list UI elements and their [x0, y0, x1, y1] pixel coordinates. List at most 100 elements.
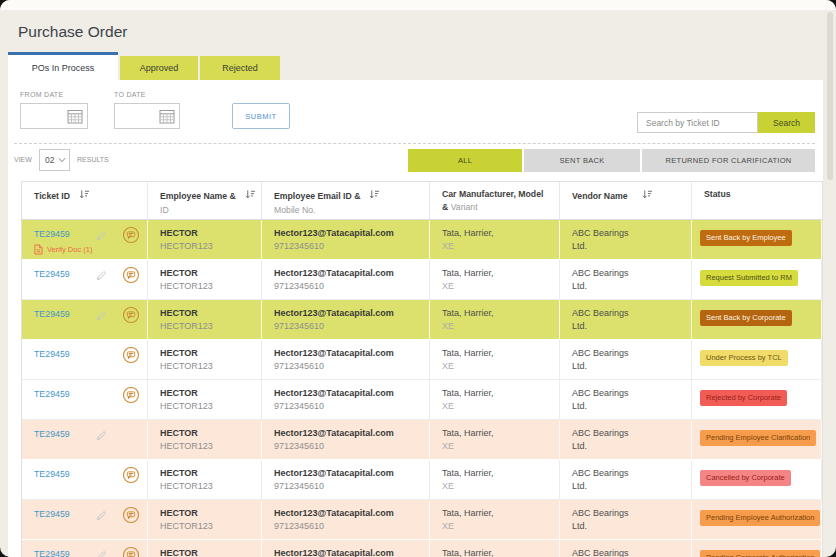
sort-icon[interactable]: [369, 189, 380, 202]
employee-cell: HECTOR HECTOR123: [148, 540, 262, 557]
table-row[interactable]: TE29459 HECTOR HECTOR123 Hector123@Tatac…: [22, 420, 822, 460]
tab-approved[interactable]: Approved: [120, 56, 198, 80]
ticket-cell: TE29459: [22, 500, 148, 540]
view-label: VIEW: [14, 156, 32, 163]
po-table: Ticket ID Employee Name & ID Employee Em…: [21, 181, 823, 557]
submit-button[interactable]: SUBMIT: [232, 103, 290, 129]
table-row[interactable]: TE29459 HECTOR HECTOR123 Hector123@Tatac…: [22, 380, 822, 420]
email-cell: Hector123@Tatacapital.com 9712345610: [262, 540, 430, 557]
tab-pos-in-process[interactable]: POs In Process: [8, 52, 118, 80]
table-row[interactable]: TE29459 HECTOR HECTOR123 Hector123@Tatac…: [22, 540, 822, 557]
employee-cell: HECTOR HECTOR123: [148, 460, 262, 500]
car-cell: Tata, Harrier, XE: [430, 260, 560, 300]
col-header-ticket-id[interactable]: Ticket ID: [22, 182, 148, 219]
status-cell: Request Submitted to RM: [692, 260, 822, 300]
ticket-id-link[interactable]: TE29459: [34, 309, 70, 319]
employee-cell: HECTOR HECTOR123: [148, 260, 262, 300]
edit-icon[interactable]: [95, 428, 108, 446]
tab-rejected[interactable]: Rejected: [200, 56, 280, 80]
ticket-id-link[interactable]: TE29459: [34, 549, 70, 557]
ticket-id-link[interactable]: TE29459: [34, 429, 70, 439]
verify-doc-link[interactable]: Verify Doc (1): [34, 244, 92, 255]
col-header-employee-name[interactable]: Employee Name & ID: [148, 182, 262, 219]
car-cell: Tata, Harrier, XE: [430, 380, 560, 420]
filter-returned-button[interactable]: RETURNED FOR CLARIFICATION: [642, 149, 815, 172]
table-row[interactable]: TE29459 Verify Doc (1) HECTOR HECTOR123 …: [22, 220, 822, 260]
search-button[interactable]: Search: [758, 112, 815, 133]
status-badge: Cancelled by Corporate: [700, 470, 791, 486]
filter-sent-back-button[interactable]: SENT BACK: [524, 149, 640, 172]
edit-icon[interactable]: [95, 228, 108, 246]
table-row[interactable]: TE29459 HECTOR HECTOR123 Hector123@Tatac…: [22, 300, 822, 340]
comment-icon[interactable]: [122, 506, 140, 528]
email-cell: Hector123@Tatacapital.com 9712345610: [262, 260, 430, 300]
edit-icon[interactable]: [95, 508, 108, 526]
sort-icon[interactable]: [245, 189, 256, 202]
to-date-label: TO DATE: [114, 91, 146, 98]
comment-icon[interactable]: [122, 266, 140, 288]
car-cell: Tata, Harrier, XE: [430, 420, 560, 460]
ticket-cell: TE29459: [22, 300, 148, 340]
status-cell: Pending Employee Authorization: [692, 500, 822, 540]
col-header-employee-email[interactable]: Employee Email ID & Mobile No.: [262, 182, 430, 219]
employee-cell: HECTOR HECTOR123: [148, 340, 262, 380]
ticket-id-link[interactable]: TE29459: [34, 509, 70, 519]
ticket-cell: TE29459: [22, 380, 148, 420]
vendor-cell: ABC Bearings Ltd.: [560, 340, 692, 380]
col-header-car[interactable]: Car Manufacturer, Model & Variant: [430, 182, 560, 219]
employee-cell: HECTOR HECTOR123: [148, 380, 262, 420]
comment-icon[interactable]: [122, 466, 140, 488]
page-title: Purchase Order: [18, 23, 127, 41]
vendor-cell: ABC Bearings Ltd.: [560, 540, 692, 557]
edit-icon[interactable]: [95, 268, 108, 286]
employee-cell: HECTOR HECTOR123: [148, 420, 262, 460]
ticket-id-link[interactable]: TE29459: [34, 269, 70, 279]
vendor-cell: ABC Bearings Ltd.: [560, 500, 692, 540]
email-cell: Hector123@Tatacapital.com 9712345610: [262, 460, 430, 500]
comment-icon[interactable]: [122, 346, 140, 368]
table-row[interactable]: TE29459 HECTOR HECTOR123 Hector123@Tatac…: [22, 460, 822, 500]
view-count-select[interactable]: 02: [39, 149, 70, 171]
car-cell: Tata, Harrier, XE: [430, 300, 560, 340]
col-header-vendor[interactable]: Vendor Name: [560, 182, 692, 219]
from-date-input[interactable]: [20, 103, 88, 129]
car-cell: Tata, Harrier, XE: [430, 460, 560, 500]
car-cell: Tata, Harrier, XE: [430, 500, 560, 540]
ticket-id-link[interactable]: TE29459: [34, 389, 70, 399]
ticket-id-link[interactable]: TE29459: [34, 229, 70, 239]
comment-icon[interactable]: [122, 306, 140, 328]
col-header-status[interactable]: Status: [692, 182, 822, 219]
vendor-cell: ABC Bearings Ltd.: [560, 420, 692, 460]
status-badge: Pending Employee Clarification: [700, 430, 816, 446]
status-cell: Sent Back by Employee: [692, 220, 822, 260]
results-label: RESULTS: [77, 156, 109, 163]
comment-icon[interactable]: [122, 546, 140, 557]
status-badge: Sent Back by Employee: [700, 230, 792, 246]
edit-icon[interactable]: [95, 308, 108, 326]
email-cell: Hector123@Tatacapital.com 9712345610: [262, 340, 430, 380]
ticket-id-link[interactable]: TE29459: [34, 349, 70, 359]
comment-icon[interactable]: [122, 226, 140, 248]
calendar-icon[interactable]: [67, 109, 83, 128]
status-cell: Pending Employee Clarification: [692, 420, 822, 460]
vendor-cell: ABC Bearings Ltd.: [560, 220, 692, 260]
top-strip: [0, 0, 836, 10]
filter-all-button[interactable]: ALL: [408, 149, 522, 172]
vendor-cell: ABC Bearings Ltd.: [560, 380, 692, 420]
to-date-input[interactable]: [114, 103, 180, 129]
edit-icon[interactable]: [95, 548, 108, 557]
scrollbar-thumb[interactable]: [827, 12, 833, 180]
email-cell: Hector123@Tatacapital.com 9712345610: [262, 500, 430, 540]
table-row[interactable]: TE29459 HECTOR HECTOR123 Hector123@Tatac…: [22, 500, 822, 540]
sort-icon[interactable]: [642, 189, 653, 202]
comment-icon[interactable]: [122, 386, 140, 408]
vendor-cell: ABC Bearings Ltd.: [560, 260, 692, 300]
calendar-icon[interactable]: [159, 109, 175, 128]
table-row[interactable]: TE29459 HECTOR HECTOR123 Hector123@Tatac…: [22, 340, 822, 380]
search-input[interactable]: [637, 112, 758, 133]
employee-cell: HECTOR HECTOR123: [148, 300, 262, 340]
table-row[interactable]: TE29459 HECTOR HECTOR123 Hector123@Tatac…: [22, 260, 822, 300]
sort-icon[interactable]: [79, 189, 90, 202]
status-badge: Pending Employee Authorization: [700, 510, 820, 526]
ticket-id-link[interactable]: TE29459: [34, 469, 70, 479]
